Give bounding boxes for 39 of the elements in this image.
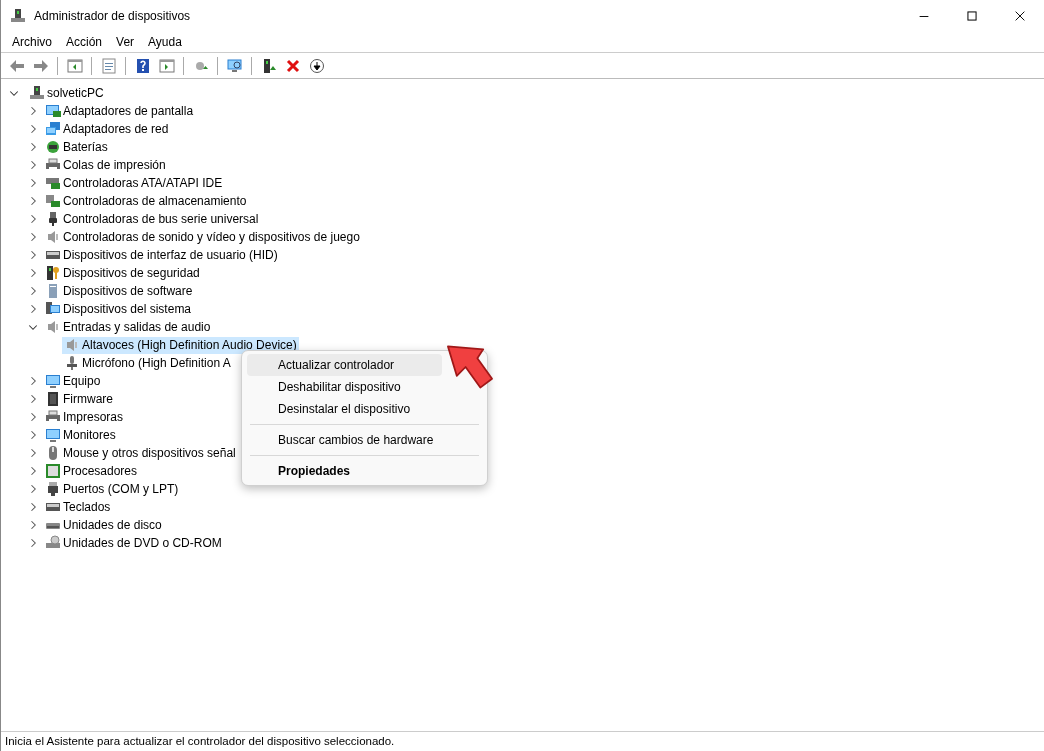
- tree-item[interactable]: Controladoras ATA/ATAPI IDE: [61, 175, 225, 191]
- tree-item[interactable]: Puertos (COM y LPT): [61, 481, 181, 497]
- menu-item[interactable]: Ayuda: [141, 32, 189, 51]
- tree-item[interactable]: Controladoras de bus serie universal: [61, 211, 261, 227]
- tree-item[interactable]: Unidades de DVD o CD-ROM: [61, 535, 224, 551]
- tree-item[interactable]: Micrófono (High Definition A: [62, 354, 233, 372]
- menu-item[interactable]: Acción: [59, 32, 110, 51]
- item-label: Altavoces (High Definition Audio Device): [81, 337, 298, 353]
- menu-item[interactable]: Deshabilitar dispositivo: [247, 376, 442, 398]
- tree-item[interactable]: Monitores: [61, 427, 118, 443]
- tree-item[interactable]: Controladoras de sonido y vídeo y dispositivos de juego: [61, 229, 362, 245]
- tree-item[interactable]: Mouse y otros dispositivos señal: [61, 445, 238, 461]
- tree-item[interactable]: Dispositivos de seguridad: [61, 265, 202, 281]
- tree-item[interactable]: Equipo: [61, 373, 103, 389]
- menu-item[interactable]: Propiedades: [247, 460, 442, 482]
- tree-item[interactable]: Dispositivos del sistema: [61, 301, 194, 317]
- tree-item[interactable]: Firmware: [61, 391, 115, 407]
- tree-item[interactable]: Altavoces (High Definition Audio Device): [62, 336, 299, 354]
- menu-item[interactable]: Ver: [109, 32, 142, 51]
- item-label: Micrófono (High Definition A: [81, 355, 232, 371]
- tree-item[interactable]: Controladoras de almacenamiento: [61, 193, 249, 209]
- tree-item[interactable]: Adaptadores de pantalla: [61, 103, 196, 119]
- menu-item[interactable]: Archivo: [5, 32, 59, 51]
- menu-item[interactable]: Buscar cambios de hardware: [247, 429, 442, 451]
- tree-item[interactable]: Impresoras: [61, 409, 126, 425]
- menu-item[interactable]: Actualizar controlador: [247, 354, 442, 376]
- tree-item[interactable]: Colas de impresión: [61, 157, 168, 173]
- tree-item[interactable]: Procesadores: [61, 463, 140, 479]
- tree-item[interactable]: Adaptadores de red: [61, 121, 171, 137]
- tree-item[interactable]: Unidades de disco: [61, 517, 164, 533]
- tree-item[interactable]: Teclados: [61, 499, 113, 515]
- window-title: Administrador de dispositivos: [34, 7, 191, 25]
- tree-item[interactable]: Dispositivos de software: [61, 283, 195, 299]
- status-text: Inicia el Asistente para actualizar el controlador del dispositivo seleccionado.: [5, 733, 395, 749]
- tree-item[interactable]: Dispositivos de interfaz de usuario (HID): [61, 247, 280, 263]
- menu-item[interactable]: Desinstalar el dispositivo: [247, 398, 442, 420]
- tree-item[interactable]: Baterías: [61, 139, 110, 155]
- tree-item[interactable]: Entradas y salidas de audio: [61, 319, 213, 335]
- tree-item[interactable]: solveticPC: [45, 85, 106, 101]
